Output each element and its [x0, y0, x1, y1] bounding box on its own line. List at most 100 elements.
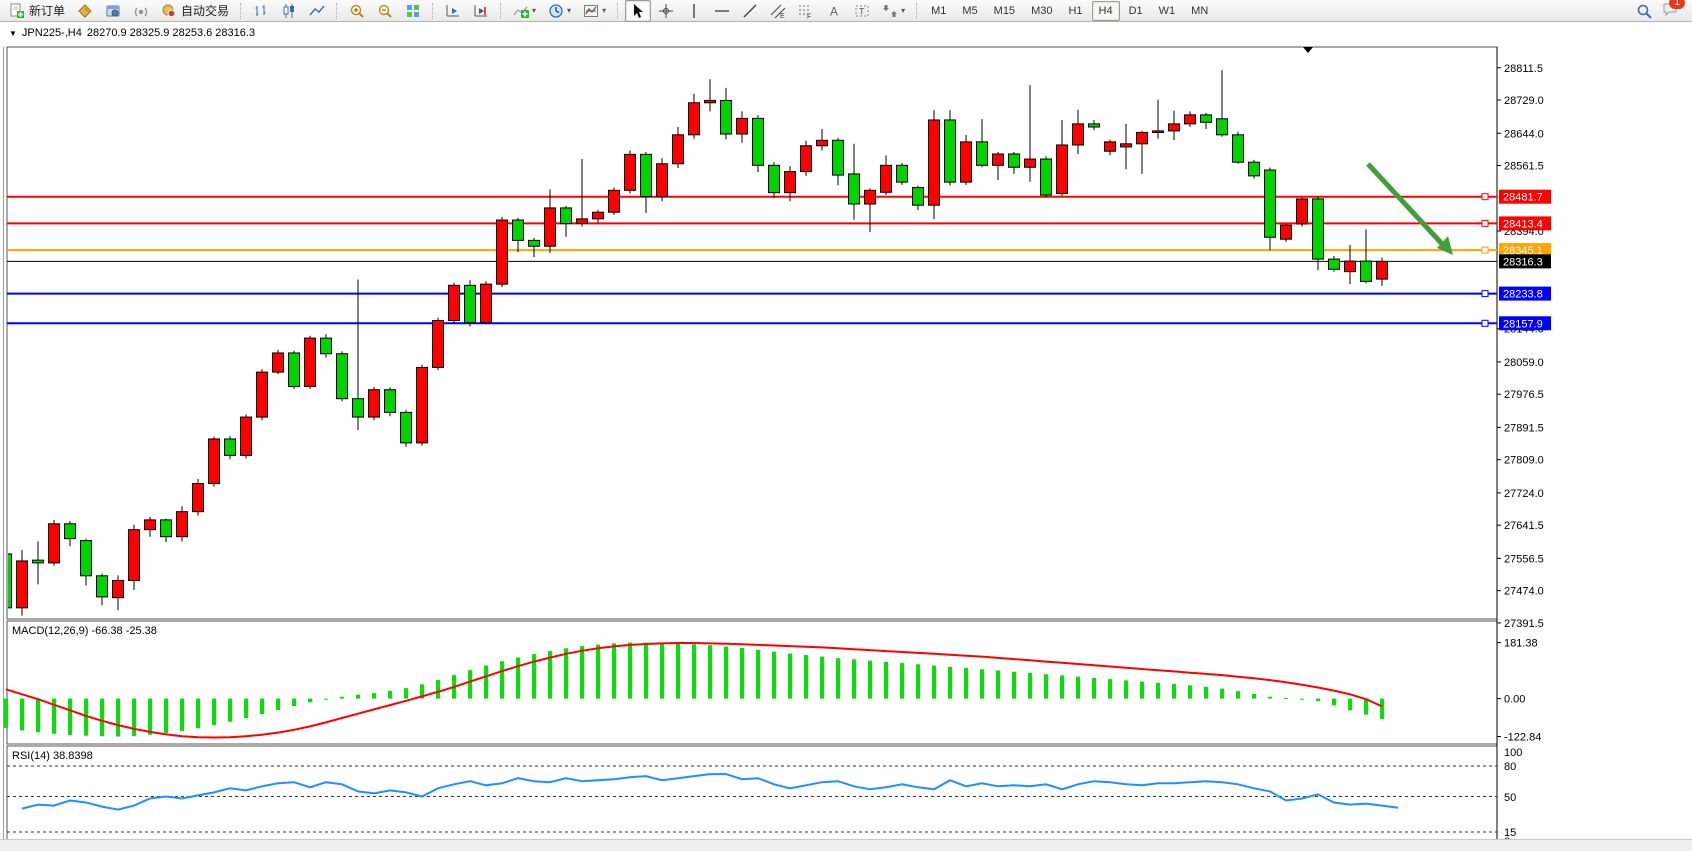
equidistant-channel-tool-button[interactable]: E [765, 0, 791, 22]
timeframe-button-M15[interactable]: M15 [987, 1, 1022, 21]
vertical-line-tool-button[interactable] [681, 0, 707, 22]
fibonacci-icon: F [798, 3, 814, 19]
macd-histogram-bar [1380, 699, 1384, 719]
tile-windows-button[interactable] [400, 0, 426, 22]
periods-button[interactable]: ▾ [543, 0, 576, 22]
bull-candle-body [113, 580, 124, 597]
bear-candle-body [1041, 159, 1052, 195]
bear-candle-body [753, 118, 764, 165]
timeframe-button-M1[interactable]: M1 [924, 1, 953, 21]
cursor-tool-button[interactable] [625, 0, 651, 22]
macd-histogram-bar [628, 643, 632, 699]
bull-candle-body [481, 284, 492, 322]
candle [481, 281, 492, 324]
bear-candle-body [1265, 170, 1276, 237]
bear-candle-body [81, 541, 92, 576]
rsi-scale-label: 80 [1504, 761, 1516, 773]
auto-trading-button[interactable]: 自动交易 [156, 0, 234, 22]
zoom-in-button[interactable] [344, 0, 370, 22]
bear-candle-body [1233, 135, 1244, 162]
timeframe-button-MN[interactable]: MN [1184, 1, 1215, 21]
bear-candle-body [1, 554, 12, 608]
trendline-tool-button[interactable] [737, 0, 763, 22]
macd-histogram-bar [276, 699, 280, 710]
line-handle[interactable] [1482, 194, 1488, 200]
macd-histogram-bar [692, 644, 696, 698]
auto-scroll-button[interactable] [440, 0, 466, 22]
zoom-out-button[interactable] [372, 0, 398, 22]
line-chart-button[interactable] [304, 0, 330, 22]
bear-candle-body [1201, 115, 1212, 122]
signals-button[interactable] [128, 0, 154, 22]
data-window-button[interactable] [100, 0, 126, 22]
macd-histogram-bar [900, 663, 904, 698]
arrows-tool-button[interactable]: ▾ [877, 0, 910, 22]
bar-chart-button[interactable] [248, 0, 274, 22]
market-watch-button[interactable] [72, 0, 98, 22]
macd-histogram-bar [660, 643, 664, 699]
timeframe-button-M30[interactable]: M30 [1024, 1, 1059, 21]
candle [49, 520, 60, 566]
line-handle[interactable] [1482, 320, 1488, 326]
candle [769, 162, 780, 198]
bull-candle-body [801, 146, 812, 172]
crosshair-tool-button[interactable] [653, 0, 679, 22]
search-icon[interactable] [1636, 3, 1652, 19]
dropdown-arrow-icon[interactable]: ▾ [602, 6, 606, 15]
dropdown-arrow-icon[interactable]: ▾ [567, 6, 571, 15]
bear-candle-body [225, 439, 236, 455]
indicators-button[interactable]: ▾ [508, 0, 541, 22]
macd-histogram-bar [404, 688, 408, 698]
templates-button[interactable]: ▾ [578, 0, 611, 22]
macd-histogram-bar [564, 648, 568, 698]
macd-scale-label: 181.38 [1504, 638, 1538, 650]
candle [433, 318, 444, 370]
text-tool-button[interactable]: A [821, 0, 847, 22]
macd-histogram-bar [196, 699, 200, 729]
timeframe-button-D1[interactable]: D1 [1122, 1, 1150, 21]
macd-histogram-bar [788, 654, 792, 699]
line-handle[interactable] [1482, 291, 1488, 297]
chart-shift-button[interactable] [468, 0, 494, 22]
horizontal-line-tool-button[interactable] [709, 0, 735, 22]
candlestick-chart-button[interactable] [276, 0, 302, 22]
bull-candle-body [129, 530, 140, 581]
collapse-triangle-icon[interactable]: ▼ [9, 29, 17, 38]
timeframe-button-H1[interactable]: H1 [1061, 1, 1089, 21]
timeframe-button-M5[interactable]: M5 [955, 1, 984, 21]
bear-candle-body [833, 140, 844, 175]
candle [497, 217, 508, 287]
notifications-button[interactable]: 1 [1662, 1, 1678, 21]
bull-candle-body [737, 118, 748, 134]
bull-candle-body [17, 561, 28, 608]
fibonacci-tool-button[interactable]: F [793, 0, 819, 22]
dropdown-arrow-icon[interactable]: ▾ [901, 6, 905, 15]
timeframe-button-H4[interactable]: H4 [1092, 1, 1120, 21]
macd-histogram-bar [1284, 698, 1288, 699]
timeframe-button-W1[interactable]: W1 [1152, 1, 1183, 21]
new-order-button[interactable]: 新订单 [4, 0, 70, 22]
macd-histogram-bar [500, 661, 504, 698]
rsi-scale-label: 50 [1504, 792, 1516, 804]
bull-candle-body [1377, 261, 1388, 279]
chart-canvas[interactable]: 28811.528729.028644.028561.528394.028144… [0, 22, 1692, 850]
candle [1233, 132, 1244, 164]
macd-histogram-bar [1268, 697, 1272, 699]
text-label-tool-button[interactable]: T [849, 0, 875, 22]
dropdown-arrow-icon[interactable]: ▾ [532, 6, 536, 15]
macd-panel[interactable] [7, 621, 1497, 744]
candle [801, 141, 812, 176]
line-handle[interactable] [1482, 220, 1488, 226]
macd-histogram-bar [964, 668, 968, 699]
bull-candle-body [417, 367, 428, 442]
bear-candle-body [945, 120, 956, 182]
bull-candle-body [305, 338, 316, 386]
macd-histogram-bar [1076, 677, 1080, 699]
bear-candle-body [289, 353, 300, 387]
ohlc-values: 28270.9 28325.9 28253.6 28316.3 [87, 27, 255, 39]
line-handle[interactable] [1482, 247, 1488, 253]
candle [449, 283, 460, 324]
bull-candle-body [433, 321, 444, 368]
macd-histogram-bar [372, 693, 376, 699]
zoom-in-icon [349, 3, 365, 19]
